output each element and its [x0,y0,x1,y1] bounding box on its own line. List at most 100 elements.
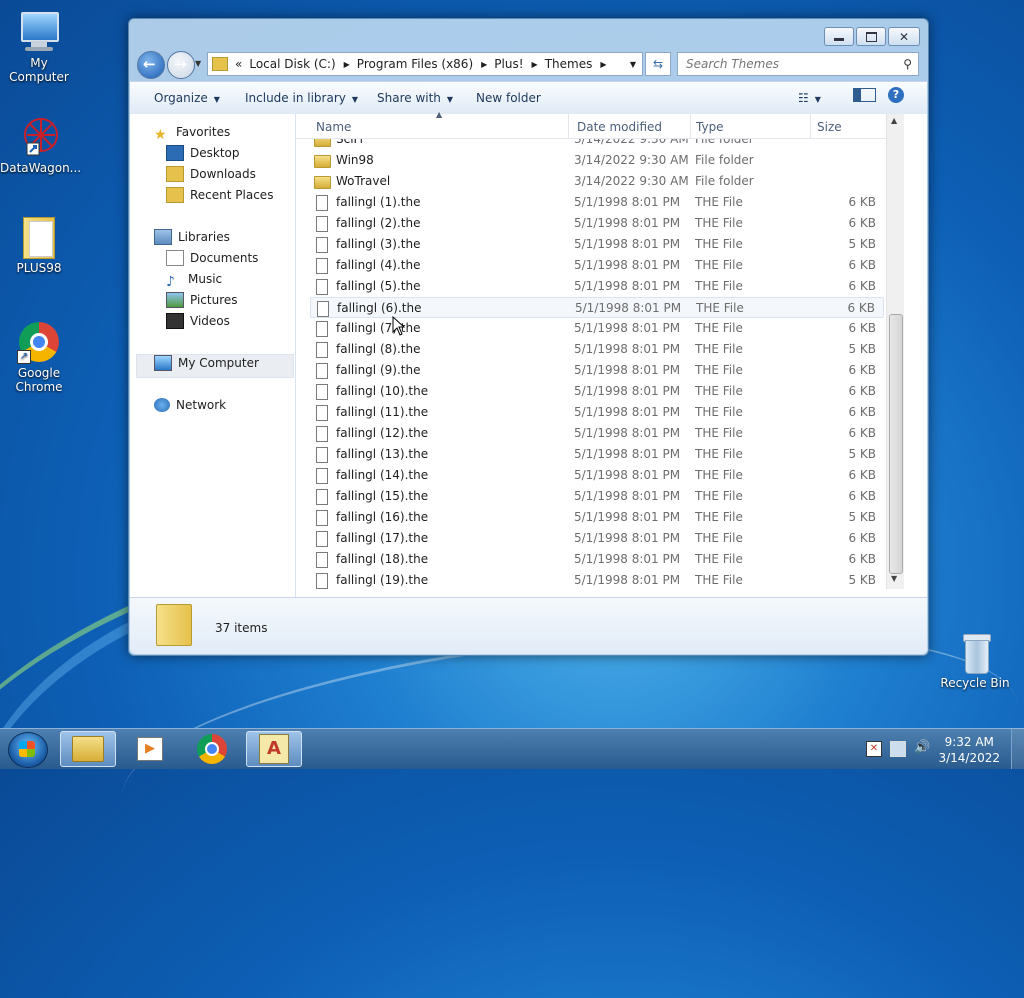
chevron-right-icon[interactable]: ▶ [600,60,606,69]
file-size: 5 KB [848,237,876,251]
preview-pane-button[interactable] [853,88,876,105]
file-type: File folder [695,153,754,167]
minimize-button[interactable] [824,27,854,46]
file-row[interactable]: fallingl (16).the 5/1/1998 8:01 PM THE Fil… [310,507,884,528]
file-row[interactable]: fallingl (19).the 5/1/1998 8:01 PM THE Fil… [310,570,884,591]
help-button[interactable]: ? [888,87,904,103]
breadcrumb-overflow[interactable]: « [235,57,242,71]
nav-desktop[interactable]: Desktop [166,143,240,163]
file-date: 3/14/2022 9:30 AM [574,153,689,167]
desktop-icon-recycle-bin[interactable]: Recycle Bin [936,630,1014,690]
file-row[interactable]: fallingl (5).the 5/1/1998 8:01 PM THE File… [310,276,884,297]
nav-recent-places[interactable]: Recent Places [166,185,273,205]
file-row[interactable]: fallingl (18).the 5/1/1998 8:01 PM THE Fil… [310,549,884,570]
start-button[interactable] [8,732,48,768]
folder-row[interactable]: SciFi 3/14/2022 9:30 AM File folder [310,139,884,150]
file-row[interactable]: fallingl (10).the 5/1/1998 8:01 PM THE Fil… [310,381,884,402]
file-row[interactable]: fallingl (14).the 5/1/1998 8:01 PM THE Fil… [310,465,884,486]
nav-documents[interactable]: Documents [166,248,258,268]
desktop-icon-google-chrome[interactable]: ↗ Google Chrome [0,320,78,394]
search-icon[interactable]: ⚲ [903,57,912,71]
file-row[interactable]: fallingl (13).the 5/1/1998 8:01 PM THE Fil… [310,444,884,465]
taskbar-explorer[interactable] [60,731,116,767]
file-row[interactable]: fallingl (8).the 5/1/1998 8:01 PM THE File… [310,339,884,360]
file-date: 5/1/1998 8:01 PM [574,552,681,566]
column-size[interactable]: Size [817,120,842,134]
column-divider[interactable] [568,114,569,138]
nav-videos[interactable]: Videos [166,311,230,331]
file-size: 6 KB [848,426,876,440]
nav-pictures[interactable]: Pictures [166,290,238,310]
desktop-icon-datawagon[interactable]: DataWagon... [0,115,82,175]
back-button[interactable]: ← [137,51,165,79]
recent-pages-dropdown[interactable]: ▼ [195,59,201,68]
new-folder-button[interactable]: New folder [476,91,541,105]
column-header: Name ▲ Date modified Type Size [296,110,904,139]
chevron-right-icon[interactable]: ▶ [344,60,350,69]
file-row[interactable]: fallingl (6).the 5/1/1998 8:01 PM THE File… [310,297,884,318]
address-bar[interactable]: « Local Disk (C:) ▶ Program Files (x86) … [207,52,643,76]
videos-icon [166,313,184,329]
share-with-button[interactable]: Share with ▼ [377,91,453,105]
address-dropdown-icon[interactable]: ▼ [630,60,636,69]
scroll-up-icon[interactable]: ▲ [891,116,897,125]
refresh-button[interactable]: ⇆ [645,52,671,76]
nav-favorites[interactable]: ★ Favorites [154,122,230,143]
include-in-library-button[interactable]: Include in library ▼ [245,91,358,105]
desktop-icon-label: Google Chrome [15,366,63,394]
file-icon [316,510,328,526]
column-divider[interactable] [690,114,691,138]
desktop-icon-my-computer[interactable]: My Computer [0,10,78,84]
file-size: 6 KB [848,363,876,377]
chevron-right-icon[interactable]: ▶ [532,60,538,69]
forward-button[interactable]: → [167,51,195,79]
desktop-icon-label: DataWagon... [0,161,82,175]
search-box[interactable]: ⚲ [677,52,919,76]
file-name: fallingl (15).the [336,489,429,503]
desktop-icon-plus98[interactable]: PLUS98 [0,215,78,275]
column-date-modified[interactable]: Date modified [577,120,662,134]
folder-row[interactable]: WoTravel 3/14/2022 9:30 AM File folder [310,171,884,192]
scroll-thumb[interactable] [889,314,903,574]
nav-music[interactable]: ♪ Music [166,269,222,290]
taskbar-theme-app[interactable]: A [246,731,302,767]
scroll-down-icon[interactable]: ▼ [891,574,897,583]
breadcrumb-local-disk[interactable]: Local Disk (C:) [249,57,335,71]
breadcrumb-plus[interactable]: Plus! [494,57,523,71]
taskbar-media-player[interactable]: ▶ [122,731,178,767]
nav-my-computer[interactable]: My Computer [154,353,259,373]
file-row[interactable]: fallingl (2).the 5/1/1998 8:01 PM THE File… [310,213,884,234]
file-date: 5/1/1998 8:01 PM [574,342,681,356]
nav-libraries[interactable]: Libraries [154,227,230,247]
file-row[interactable]: fallingl (1).the 5/1/1998 8:01 PM THE File… [310,192,884,213]
change-view-button[interactable]: ☷ ▼ [798,91,821,105]
action-center-icon[interactable]: ✕ [866,741,882,757]
volume-icon[interactable]: 🔊 [914,741,930,757]
file-row[interactable]: fallingl (4).the 5/1/1998 8:01 PM THE File… [310,255,884,276]
column-type[interactable]: Type [696,120,724,134]
breadcrumb-themes[interactable]: Themes [545,57,593,71]
file-row[interactable]: fallingl (11).the 5/1/1998 8:01 PM THE Fil… [310,402,884,423]
search-input[interactable] [684,56,888,72]
vertical-scrollbar[interactable]: ▲ ▼ [886,114,904,589]
file-row[interactable]: fallingl (3).the 5/1/1998 8:01 PM THE File… [310,234,884,255]
taskbar-chrome[interactable] [184,731,240,767]
file-row[interactable]: fallingl (9).the 5/1/1998 8:01 PM THE File… [310,360,884,381]
column-divider[interactable] [810,114,811,138]
nav-network[interactable]: Network [154,395,226,415]
chevron-right-icon[interactable]: ▶ [481,60,487,69]
folder-icon [17,215,61,259]
organize-button[interactable]: Organize ▼ [154,91,220,105]
maximize-button[interactable] [856,27,886,46]
folder-row[interactable]: Win98 3/14/2022 9:30 AM File folder [310,150,884,171]
close-button[interactable]: ✕ [888,27,920,46]
file-row[interactable]: fallingl (17).the 5/1/1998 8:01 PM THE Fil… [310,528,884,549]
file-row[interactable]: fallingl (12).the 5/1/1998 8:01 PM THE Fil… [310,423,884,444]
breadcrumb-program-files[interactable]: Program Files (x86) [357,57,473,71]
column-name[interactable]: Name [316,120,351,134]
show-desktop-button[interactable] [1011,729,1024,769]
network-tray-icon[interactable] [890,741,906,757]
nav-downloads[interactable]: Downloads [166,164,256,184]
file-row[interactable]: fallingl (15).the 5/1/1998 8:01 PM THE Fil… [310,486,884,507]
clock[interactable]: 9:32 AM 3/14/2022 [938,734,1000,766]
